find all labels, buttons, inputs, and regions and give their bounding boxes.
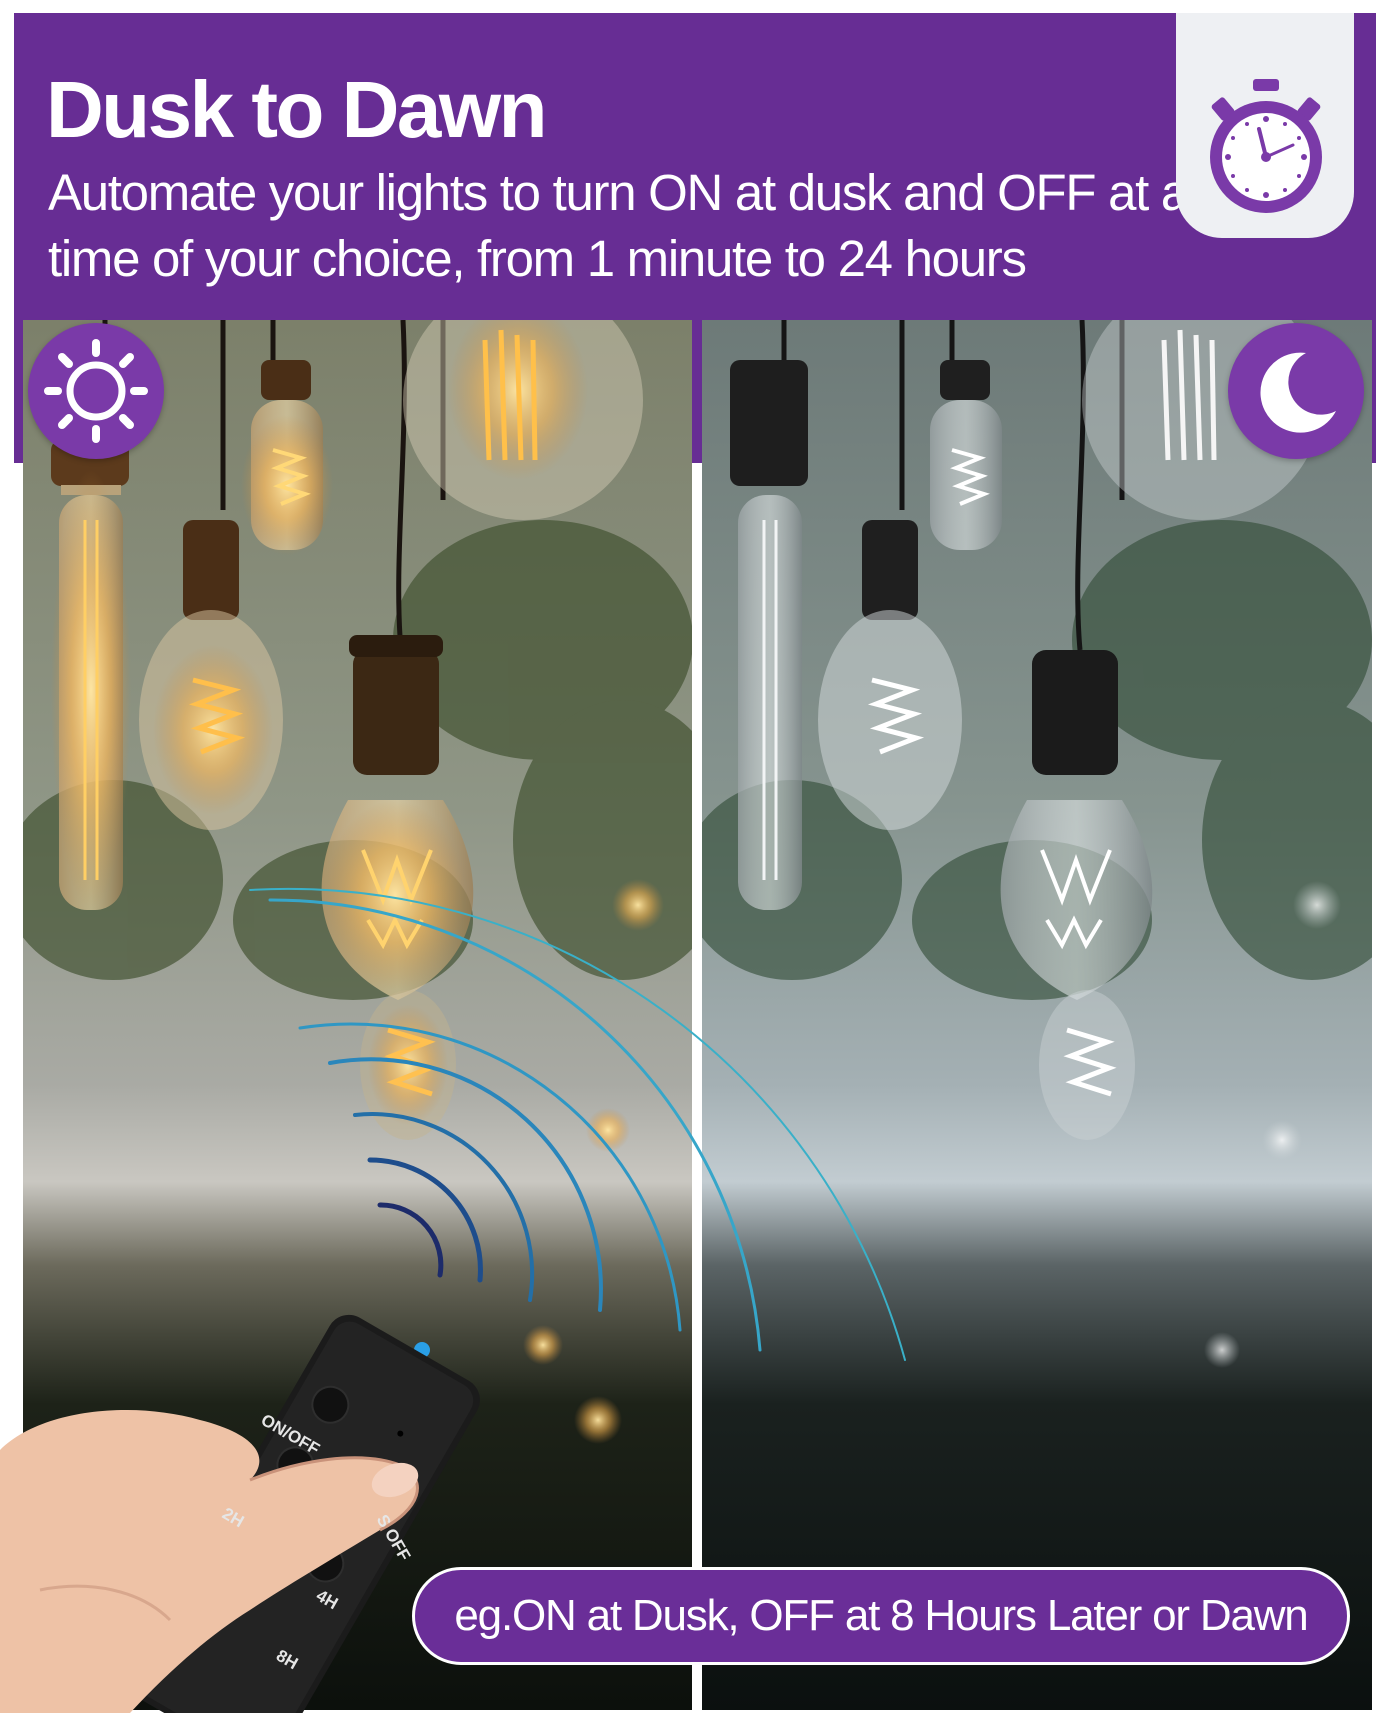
day-badge — [28, 323, 164, 459]
timer-tab — [1176, 13, 1354, 238]
product-image: Dusk to Dawn Automate your lights to tur… — [0, 0, 1390, 1713]
page-title: Dusk to Dawn — [46, 65, 547, 154]
example-caption: eg.ON at Dusk, OFF at 8 Hours Later or D… — [412, 1567, 1350, 1665]
stopwatch-icon — [1210, 79, 1322, 213]
lights-off-photo — [702, 320, 1372, 1710]
sun-icon — [44, 339, 148, 443]
page-subtitle: Automate your lights to turn ON at dusk … — [48, 164, 1189, 287]
moon-icon — [1260, 352, 1336, 433]
night-badge — [1228, 323, 1364, 459]
example-caption-text: eg.ON at Dusk, OFF at 8 Hours Later or D… — [454, 1591, 1308, 1640]
